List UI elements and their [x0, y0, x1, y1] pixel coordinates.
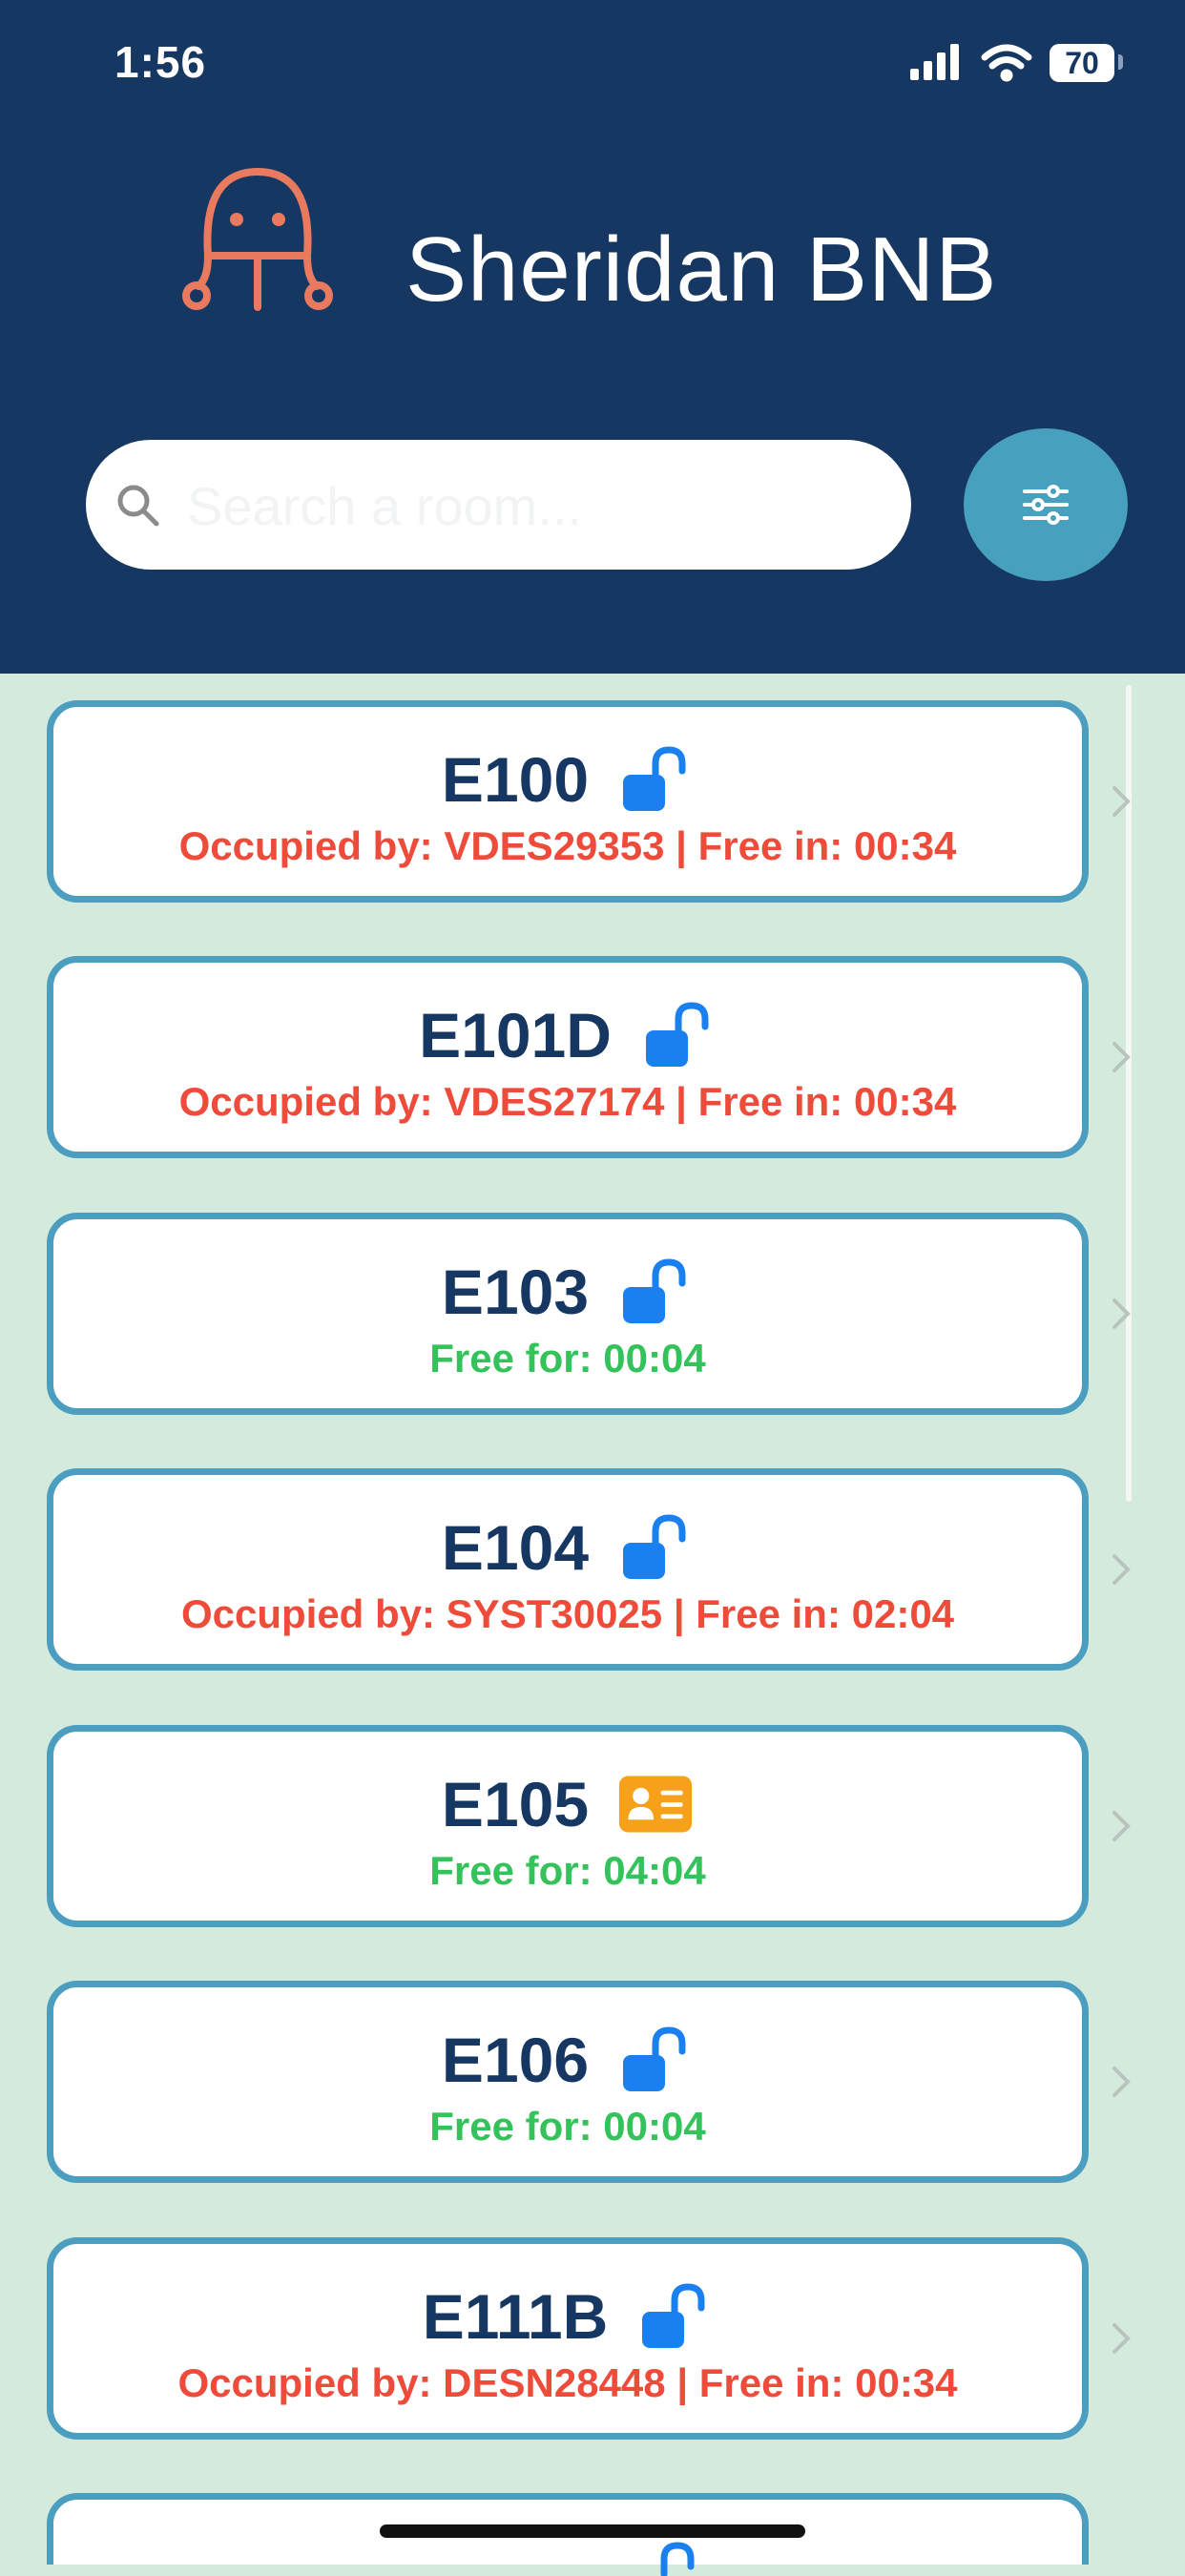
- room-name: E104: [441, 1512, 590, 1583]
- chevron-right-icon: [1112, 2323, 1131, 2354]
- room-card[interactable]: E105 Free for: 04:04: [47, 1725, 1089, 1927]
- room-status: Free for: 00:04: [429, 1336, 706, 1381]
- unlocked-padlock-icon: [642, 2283, 705, 2348]
- unlocked-padlock-icon: [623, 746, 686, 811]
- room-status: Free for: 04:04: [429, 1848, 706, 1893]
- room-card[interactable]: E104 Occupied by: SYST30025 | Free in: 0…: [47, 1468, 1089, 1671]
- battery-nub: [1118, 54, 1123, 70]
- chevron-right-icon: [1112, 786, 1131, 817]
- unlocked-padlock-icon: [623, 2026, 686, 2091]
- app-header: 1:56 70 Sheridan BNB: [0, 0, 1185, 674]
- search-bar[interactable]: [86, 440, 911, 570]
- search-input[interactable]: [185, 463, 876, 549]
- chevron-right-icon: [1112, 1042, 1131, 1072]
- room-name: E101D: [419, 1000, 612, 1070]
- unlocked-padlock-icon: [623, 1514, 686, 1579]
- room-card[interactable]: E111B Occupied by: DESN28448 | Free in: …: [47, 2237, 1089, 2440]
- cellular-signal-icon: [910, 44, 959, 80]
- room-name: E111B: [422, 2281, 609, 2352]
- status-time: 1:56: [114, 37, 207, 87]
- sliders-icon: [1023, 485, 1069, 525]
- app-logo-icon: [182, 167, 333, 311]
- app-title: Sheridan BNB: [405, 218, 998, 321]
- search-icon: [117, 485, 159, 527]
- room-card[interactable]: E100 Occupied by: VDES29353 | Free in: 0…: [47, 700, 1089, 903]
- room-status: Occupied by: SYST30025 | Free in: 02:04: [180, 1591, 955, 1636]
- id-card-icon: [618, 1776, 693, 1833]
- room-name: E103: [441, 1257, 590, 1327]
- chevron-right-icon: [1112, 1554, 1131, 1585]
- chevron-right-icon: [1112, 2067, 1131, 2097]
- room-status: Occupied by: VDES29353 | Free in: 00:34: [178, 823, 957, 868]
- chevron-right-icon: [1112, 1298, 1131, 1329]
- chevron-right-icon: [1112, 1811, 1131, 1841]
- room-name: E100: [441, 744, 590, 815]
- battery-indicator: 70: [1050, 44, 1114, 82]
- room-card[interactable]: E106 Free for: 00:04: [47, 1981, 1089, 2183]
- room-card[interactable]: E103 Free for: 00:04: [47, 1213, 1089, 1415]
- room-status: Occupied by: VDES27174 | Free in: 00:34: [178, 1079, 957, 1124]
- unlocked-padlock-icon: [623, 1258, 686, 1323]
- unlocked-padlock-icon: [660, 2542, 695, 2576]
- home-indicator: [380, 2524, 805, 2538]
- room-card[interactable]: E101D Occupied by: VDES27174 | Free in: …: [47, 956, 1089, 1158]
- wifi-icon: [981, 44, 1032, 82]
- unlocked-padlock-icon: [645, 1002, 709, 1067]
- room-status: Occupied by: DESN28448 | Free in: 00:34: [177, 2360, 958, 2405]
- room-name: E105: [441, 1769, 590, 1839]
- filter-button[interactable]: [964, 428, 1128, 581]
- room-status: Free for: 00:04: [429, 2104, 706, 2149]
- room-name: E106: [441, 2025, 590, 2095]
